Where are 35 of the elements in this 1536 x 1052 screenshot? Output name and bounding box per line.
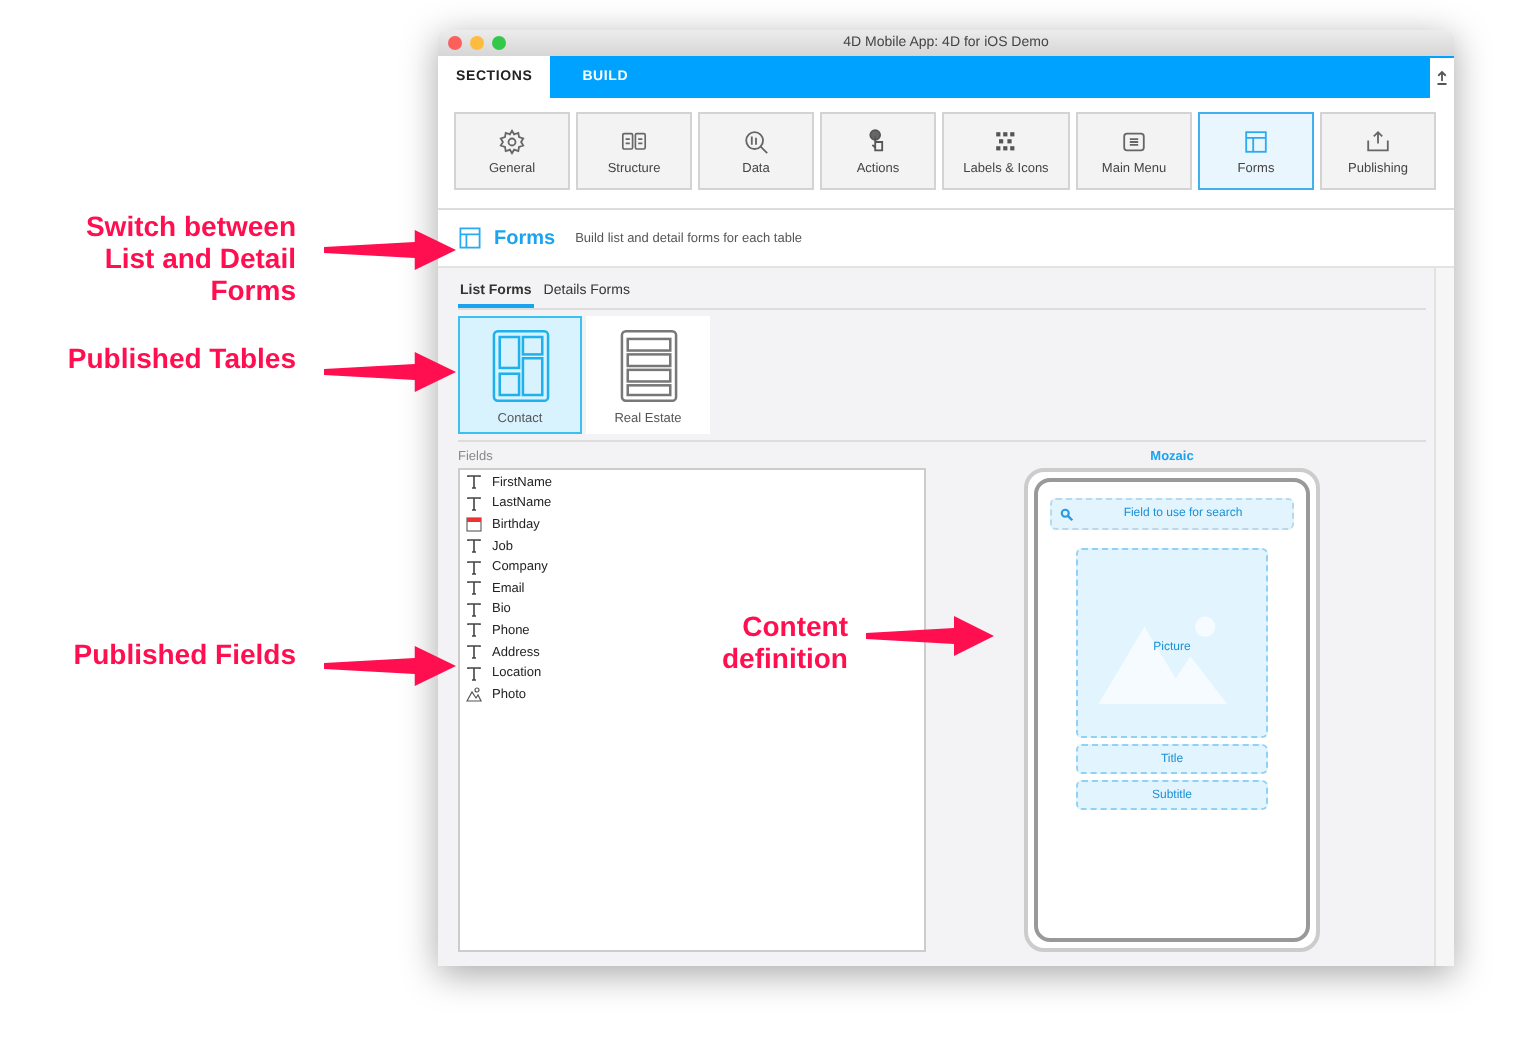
structure-icon bbox=[620, 127, 648, 155]
text-field-icon bbox=[466, 601, 482, 618]
close-button[interactable] bbox=[448, 36, 462, 50]
text-field-icon bbox=[466, 644, 482, 661]
annotation-label: Switch between List and Detail Forms bbox=[83, 210, 296, 306]
annotation-label: Content definition bbox=[720, 610, 848, 674]
text-field-icon bbox=[466, 495, 482, 512]
section-title: Forms bbox=[494, 227, 556, 249]
minimize-button[interactable] bbox=[470, 36, 484, 50]
callout-arrow bbox=[324, 646, 456, 686]
layout-icon bbox=[1242, 127, 1270, 155]
menu-icon bbox=[1120, 127, 1148, 155]
text-field-icon bbox=[466, 665, 482, 682]
search-icon bbox=[1060, 507, 1074, 521]
text-field-icon bbox=[466, 474, 482, 491]
calendar-icon bbox=[466, 516, 482, 533]
annotation-label: Published Tables bbox=[65, 342, 296, 374]
annotation-label: Published Fields bbox=[71, 638, 296, 670]
callout-arrow bbox=[324, 230, 456, 270]
mosaic-form-icon bbox=[491, 328, 549, 404]
text-field-icon bbox=[466, 622, 482, 639]
export-icon[interactable] bbox=[1430, 57, 1454, 97]
text-field-icon bbox=[466, 559, 482, 576]
forms-icon bbox=[458, 226, 482, 250]
gear-icon bbox=[498, 127, 526, 155]
text-field-icon bbox=[466, 580, 482, 597]
zoom-button[interactable] bbox=[492, 36, 506, 50]
text-field-icon bbox=[466, 538, 482, 555]
upload-icon bbox=[1364, 127, 1392, 155]
callout-arrow bbox=[866, 616, 994, 656]
picture-field-icon bbox=[466, 686, 482, 703]
callout-arrow bbox=[324, 352, 456, 392]
list-form-icon bbox=[619, 328, 677, 404]
grid-icon bbox=[992, 127, 1020, 155]
magnifier-icon bbox=[742, 127, 770, 155]
